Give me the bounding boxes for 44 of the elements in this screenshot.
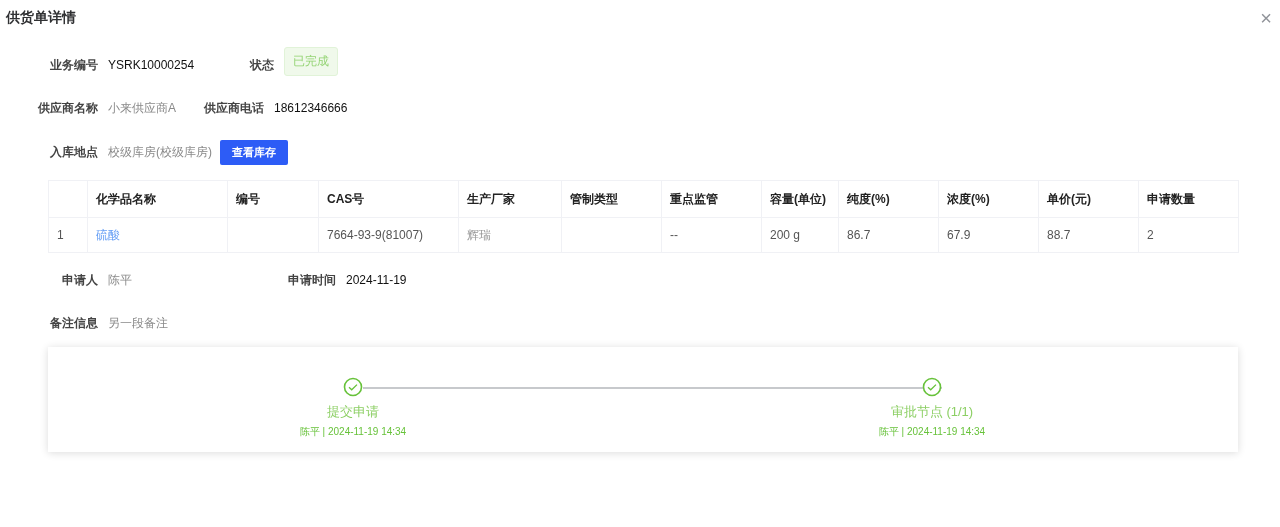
column-header: CAS号 <box>318 180 459 218</box>
dialog-title: 供货单详情 <box>6 9 76 27</box>
chemical-link[interactable]: 硫酸 <box>87 217 228 253</box>
column-header: 申请数量 <box>1138 180 1239 218</box>
column-header: 编号 <box>227 180 319 218</box>
field-label: 状态 <box>250 56 276 74</box>
field-value: 陈平 <box>108 271 132 289</box>
table-cell: 1 <box>48 217 88 253</box>
field-label: 供应商电话 <box>204 99 265 117</box>
field-label: 备注信息 <box>49 314 99 332</box>
step-meta: 陈平 | 2024-11-19 14:34 <box>299 425 407 439</box>
table-cell: 200 g <box>761 217 839 253</box>
field-label: 业务编号 <box>49 56 99 74</box>
field-label: 申请人 <box>61 271 99 289</box>
column-header: 重点监管 <box>661 180 762 218</box>
table-cell: 86.7 <box>838 217 939 253</box>
table-cell: 67.9 <box>938 217 1039 253</box>
step-meta: 陈平 | 2024-11-19 14:34 <box>878 425 986 439</box>
field-label: 申请时间 <box>288 271 337 289</box>
column-header: 化学品名称 <box>87 180 228 218</box>
column-header: 单价(元) <box>1038 180 1139 218</box>
field-label: 入库地点 <box>49 143 99 161</box>
step-title: 提交申请 <box>327 403 379 421</box>
step-title: 审批节点 (1/1) <box>890 403 974 421</box>
view-inventory-button[interactable]: 查看库存 <box>220 139 288 165</box>
column-header: 纯度(%) <box>838 180 939 218</box>
column-header: 管制类型 <box>561 180 662 218</box>
table-cell: -- <box>661 217 762 253</box>
column-header: 容量(单位) <box>761 180 839 218</box>
field-value: 2024-11-19 <box>346 273 407 287</box>
table-cell: 辉瑞 <box>458 217 562 253</box>
column-header: 浓度(%) <box>938 180 1039 218</box>
table-cell: 88.7 <box>1038 217 1139 253</box>
field-value: 校级库房(校级库房) <box>108 143 212 161</box>
field-value: 18612346666 <box>274 101 348 115</box>
close-button[interactable]: × <box>1260 8 1272 28</box>
status-tag: 已完成 <box>284 46 339 76</box>
field-label: 供应商名称 <box>37 99 99 117</box>
field-value: 小来供应商A <box>108 99 176 117</box>
table-cell: 2 <box>1138 217 1239 253</box>
field-value: YSRK10000254 <box>108 58 195 72</box>
column-header: 生产厂家 <box>458 180 562 218</box>
table-cell: 7664-93-9(81007) <box>318 217 459 253</box>
field-value: 另一段备注 <box>108 314 168 332</box>
